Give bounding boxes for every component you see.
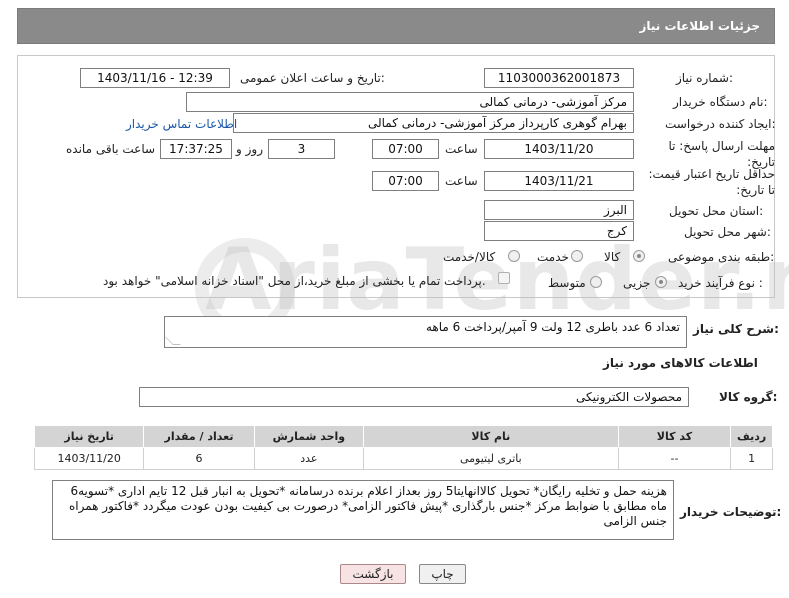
remaining-time-field: 17:37:25 xyxy=(160,139,232,159)
days-label: روز و xyxy=(236,142,263,156)
announce-label: تاریخ و ساعت اعلان عمومی: xyxy=(240,71,385,85)
page-title: جزئیات اطلاعات نیاز xyxy=(639,19,760,33)
cell-row: 1 xyxy=(730,447,773,470)
table-row: 1 -- باتری لیتیومی عدد 6 1403/11/20 xyxy=(33,447,773,470)
remaining-label: ساعت باقی مانده xyxy=(66,142,156,156)
city-label: شهر محل تحویل: xyxy=(684,225,771,239)
cell-unit: عدد xyxy=(253,447,365,470)
buyer-label: نام دستگاه خریدار: xyxy=(673,95,768,109)
process-minor-radio[interactable] xyxy=(655,276,667,288)
description-field: تعداد 6 عدد باطری 12 ولت 9 آمپر/پرداخت 6… xyxy=(164,316,687,348)
page-header: جزئیات اطلاعات نیاز xyxy=(17,8,775,44)
validity-date-field: 1403/11/21 xyxy=(484,171,634,191)
category-goods-radio[interactable] xyxy=(633,250,645,262)
goods-group-label: گروه کالا: xyxy=(719,390,778,404)
description-text: تعداد 6 عدد باطری 12 ولت 9 آمپر/پرداخت 6… xyxy=(426,320,680,334)
buyer-notes-label: توضیحات خریدار: xyxy=(680,505,782,519)
col-row: ردیف xyxy=(730,425,773,448)
announce-datetime-field: 1403/11/16 - 12:39 xyxy=(80,68,230,88)
category-service-label: خدمت xyxy=(537,250,569,264)
cell-date: 1403/11/20 xyxy=(33,447,145,470)
cell-quantity: 6 xyxy=(143,447,255,470)
print-button[interactable]: چاپ xyxy=(419,564,466,584)
deadline-time-label: ساعت xyxy=(445,142,478,156)
col-quantity: تعداد / مقدار xyxy=(143,425,255,448)
buyer-field: مرکز آموزشی- درمانی کمالی xyxy=(186,92,634,112)
goods-table: ردیف کد کالا نام کالا واحد شمارش تعداد /… xyxy=(33,425,773,470)
buyer-notes-field: هزینه حمل و تخلیه رایگان* تحویل کالاانها… xyxy=(52,480,674,540)
goods-section-title: اطلاعات کالاهای مورد نیاز xyxy=(603,356,758,370)
category-goods-label: کالا xyxy=(604,250,621,264)
creator-field: بهرام گوهری کارپرداز مرکز آموزشی- درمانی… xyxy=(233,113,634,133)
province-label: استان محل تحویل: xyxy=(669,204,764,218)
col-date: تاریخ نیاز xyxy=(33,425,145,448)
cell-name: باتری لیتیومی xyxy=(363,447,619,470)
need-number-label: شماره نیاز: xyxy=(676,71,734,85)
col-unit: واحد شمارش xyxy=(253,425,365,448)
col-name: نام کالا xyxy=(363,425,619,448)
process-medium-radio[interactable] xyxy=(590,276,602,288)
process-minor-label: جزیی xyxy=(623,276,651,290)
creator-label: ایجاد کننده درخواست: xyxy=(665,117,776,131)
process-medium-label: متوسط xyxy=(548,276,586,290)
deadline-date-field: 1403/11/20 xyxy=(484,139,634,159)
treasury-payment-note: پرداخت تمام یا بخشی از مبلغ خرید،از محل … xyxy=(103,274,486,288)
city-field: کرج xyxy=(484,221,634,241)
validity-time-field: 07:00 xyxy=(372,171,439,191)
cell-code: -- xyxy=(617,447,732,470)
validity-time-label: ساعت xyxy=(445,174,478,188)
process-label: نوع فرآیند خرید : xyxy=(678,276,763,290)
col-code: کد کالا xyxy=(617,425,732,448)
days-field: 3 xyxy=(268,139,335,159)
category-goods-service-radio[interactable] xyxy=(508,250,520,262)
category-service-radio[interactable] xyxy=(571,250,583,262)
province-field: البرز xyxy=(484,200,634,220)
resize-handle-icon[interactable] xyxy=(165,337,181,345)
validity-label: حداقل تاریخ اعتبار قیمت: تا تاریخ: xyxy=(648,167,775,197)
treasury-payment-checkbox[interactable] xyxy=(498,272,510,284)
category-label: طبقه بندی موضوعی: xyxy=(668,250,775,264)
description-label: شرح کلی نیاز: xyxy=(693,322,779,336)
need-number-field: 1103000362001873 xyxy=(484,68,634,88)
category-goods-service-label: کالا/خدمت xyxy=(443,250,496,264)
goods-table-header: ردیف کد کالا نام کالا واحد شمارش تعداد /… xyxy=(33,425,773,448)
deadline-time-field: 07:00 xyxy=(372,139,439,159)
goods-group-field: محصولات الکترونیکی xyxy=(139,387,689,407)
buyer-contact-link[interactable]: اطلاعات تماس خریدار xyxy=(126,117,237,131)
back-button[interactable]: بازگشت xyxy=(340,564,406,584)
